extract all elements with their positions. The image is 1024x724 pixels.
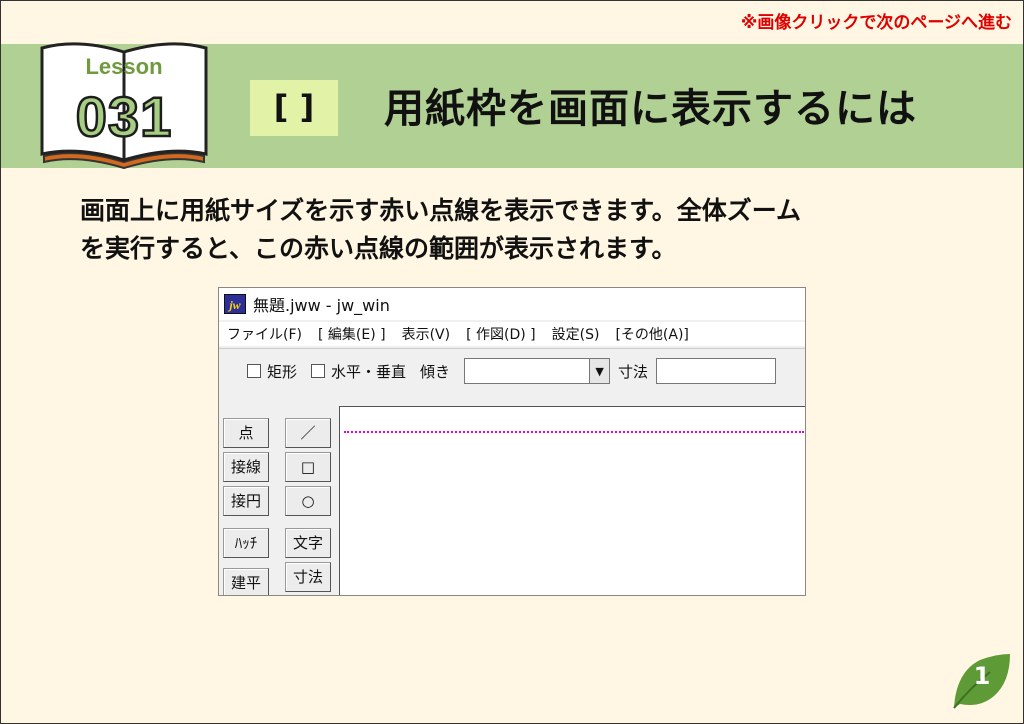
page-number: 1 [973, 662, 991, 690]
tool-circle[interactable]: ○ [285, 486, 331, 516]
tool-rectangle[interactable]: □ [285, 452, 331, 482]
tool-building-plan[interactable]: 建平 [223, 568, 269, 595]
hv-checkbox[interactable] [311, 364, 326, 378]
hv-label: 水平・垂直 [331, 362, 407, 381]
jw-app-icon: jw [224, 294, 246, 314]
menu-settings[interactable]: 設定(S) [552, 324, 600, 344]
menu-other[interactable]: [その他(A)] [615, 324, 688, 344]
description-line-1: 画面上に用紙サイズを示す赤い点線を表示できます。全体ズーム [80, 196, 802, 225]
title-bracket: [ ] [250, 80, 338, 136]
dim-input[interactable] [656, 358, 777, 384]
page-title: 用紙枠を画面に表示するには [384, 86, 917, 132]
paper-frame-dotted-line [344, 431, 804, 433]
angle-combo-field[interactable] [464, 358, 591, 384]
chevron-down-icon[interactable]: ▼ [590, 358, 611, 384]
drawing-canvas[interactable] [339, 406, 805, 595]
rect-checkbox[interactable] [247, 364, 261, 378]
tool-tangent-line[interactable]: 接線 [223, 452, 269, 482]
menu-bar: ファイル(F) [ 編集(E) ] 表示(V) [ 作図(D) ] 設定(S) … [219, 322, 805, 346]
tool-dimension[interactable]: 寸法 [285, 562, 331, 592]
tool-line[interactable]: ／ [285, 418, 331, 448]
angle-label: 傾き [420, 362, 451, 381]
menu-draw[interactable]: [ 作図(D) ] [466, 324, 536, 344]
dim-label: 寸法 [618, 362, 649, 381]
lesson-badge: Lesson 031 [38, 38, 210, 170]
tool-hatch[interactable]: ﾊｯﾁ [223, 528, 269, 558]
description: 画面上に用紙サイズを示す赤い点線を表示できます。全体ズーム を実行すると、この赤… [80, 192, 960, 268]
menu-view[interactable]: 表示(V) [402, 324, 451, 344]
window-title: 無題.jww - jw_win [253, 296, 390, 315]
lesson-number: 031 [75, 84, 173, 150]
menu-separator [219, 348, 805, 349]
angle-item: 傾き [420, 361, 450, 382]
rect-label: 矩形 [267, 362, 298, 381]
rect-checkbox-item[interactable]: 矩形 [247, 361, 297, 382]
menu-edit[interactable]: [ 編集(E) ] [318, 324, 386, 344]
hv-checkbox-item[interactable]: 水平・垂直 [311, 361, 406, 382]
angle-combo[interactable]: ▼ [464, 358, 611, 384]
lesson-label: Lesson [85, 54, 163, 79]
menu-file[interactable]: ファイル(F) [227, 324, 302, 344]
next-page-hint[interactable]: ※画像クリックで次のページへ進む [741, 8, 1012, 33]
tool-point[interactable]: 点 [223, 418, 269, 448]
window-titlebar: jw 無題.jww - jw_win [219, 288, 805, 320]
app-screenshot: jw 無題.jww - jw_win ファイル(F) [ 編集(E) ] 表示(… [218, 287, 806, 596]
toolbar: 矩形 水平・垂直 傾き ▼ 寸法 [219, 350, 805, 392]
tool-tangent-circle[interactable]: 接円 [223, 486, 269, 516]
tool-text[interactable]: 文字 [285, 528, 331, 558]
description-line-2: を実行すると、この赤い点線の範囲が表示されます。 [80, 234, 677, 263]
